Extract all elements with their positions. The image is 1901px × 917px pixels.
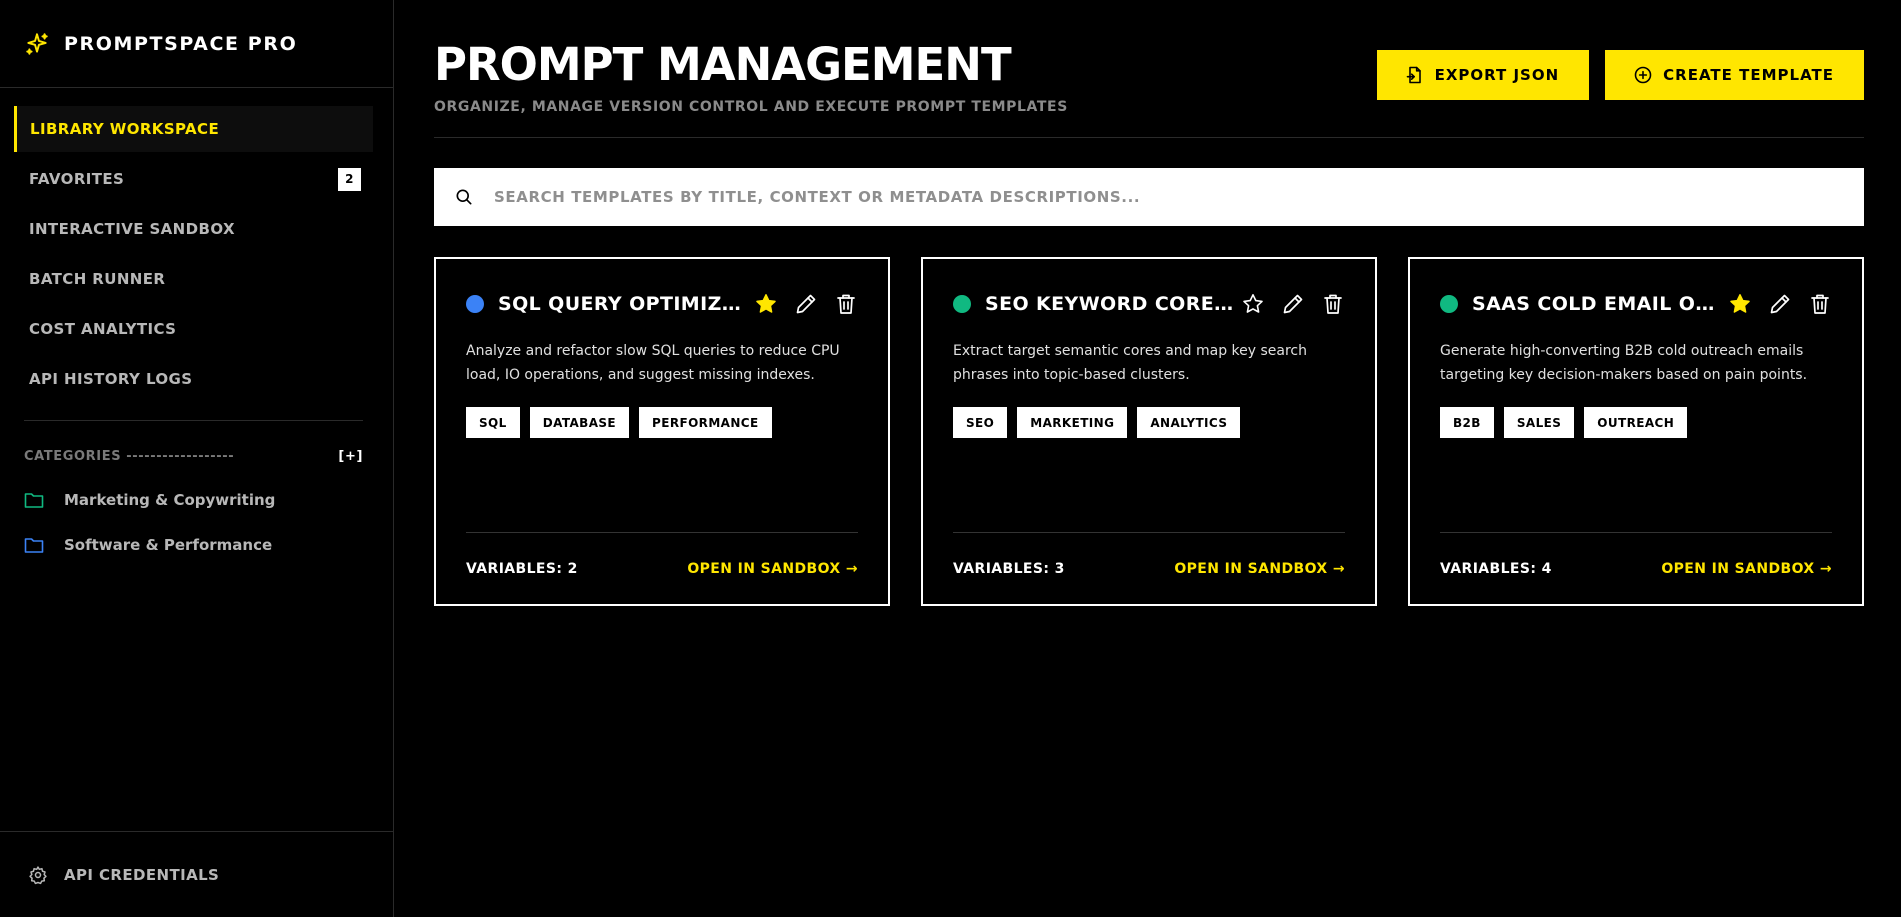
- header-actions: EXPORT JSON CREATE TEMPLATE: [1376, 50, 1864, 100]
- favorites-count-badge: 2: [338, 167, 361, 191]
- card-description: Generate high-converting B2B cold outrea…: [1440, 343, 1808, 383]
- categories-header: CATEGORIES ------------------ [+]: [0, 421, 393, 464]
- main-nav: LIBRARY WORKSPACE FAVORITES 2 INTERACTIV…: [0, 88, 393, 402]
- open-in-sandbox-link[interactable]: OPEN IN SANDBOX →: [1661, 561, 1832, 577]
- file-export-icon: [1405, 65, 1425, 85]
- category-label: Software & Performance: [64, 536, 273, 554]
- card-actions: [1728, 292, 1832, 316]
- export-json-label: EXPORT JSON: [1434, 66, 1560, 84]
- nav-item-api-history-logs[interactable]: API HISTORY LOGS: [14, 356, 373, 402]
- variables-count: VARIABLES: 4: [1440, 560, 1552, 577]
- title-block: PROMPT MANAGEMENT ORGANIZE, MANAGE VERSI…: [434, 40, 1068, 115]
- trash-icon[interactable]: [1321, 292, 1345, 316]
- add-category-button[interactable]: [+]: [338, 449, 363, 464]
- star-outline-icon[interactable]: [1241, 292, 1265, 316]
- card-actions: [754, 292, 858, 316]
- categories-heading: CATEGORIES ------------------: [24, 449, 235, 464]
- create-template-label: CREATE TEMPLATE: [1663, 66, 1834, 84]
- card-header: SAAS COLD EMAIL OU...: [1440, 289, 1832, 319]
- edit-icon[interactable]: [1281, 292, 1305, 316]
- category-item-software[interactable]: Software & Performance: [0, 536, 393, 554]
- card-actions: [1241, 292, 1345, 316]
- export-json-button[interactable]: EXPORT JSON: [1376, 50, 1590, 100]
- template-card-saas-cold-email[interactable]: SAAS COLD EMAIL OU... Generate high-conv…: [1408, 257, 1864, 606]
- category-dot: [953, 295, 971, 313]
- card-tags: SQL DATABASE PERFORMANCE: [466, 407, 858, 438]
- search-bar: [434, 168, 1864, 226]
- nav-item-favorites[interactable]: FAVORITES 2: [14, 156, 373, 202]
- card-title: SEO KEYWORD CORE ...: [985, 293, 1235, 315]
- category-label: Marketing & Copywriting: [64, 491, 276, 509]
- card-title: SAAS COLD EMAIL OU...: [1472, 293, 1722, 315]
- nav-item-label: LIBRARY WORKSPACE: [30, 120, 220, 138]
- tag[interactable]: SALES: [1503, 407, 1575, 438]
- api-credentials-link[interactable]: API CREDENTIALS: [0, 831, 393, 917]
- variables-count: VARIABLES: 2: [466, 560, 578, 577]
- trash-icon[interactable]: [834, 292, 858, 316]
- nav-item-label: INTERACTIVE SANDBOX: [29, 220, 235, 238]
- star-filled-icon[interactable]: [754, 292, 778, 316]
- tag[interactable]: B2B: [1440, 407, 1494, 438]
- brand[interactable]: PROMPTSPACE PRO: [0, 0, 393, 88]
- card-description: Extract target semantic cores and map ke…: [953, 343, 1308, 383]
- open-in-sandbox-link[interactable]: OPEN IN SANDBOX →: [687, 561, 858, 577]
- category-dot: [1440, 295, 1458, 313]
- plus-circle-icon: [1633, 65, 1653, 85]
- open-in-sandbox-link[interactable]: OPEN IN SANDBOX →: [1174, 561, 1345, 577]
- card-tags: SEO MARKETING ANALYTICS: [953, 407, 1345, 438]
- template-card-sql-query-optimizer[interactable]: SQL QUERY OPTIMIZER Analyze and refactor…: [434, 257, 890, 606]
- variables-count: VARIABLES: 3: [953, 560, 1065, 577]
- folder-icon: [24, 491, 44, 509]
- page-header: PROMPT MANAGEMENT ORGANIZE, MANAGE VERSI…: [434, 40, 1864, 138]
- star-filled-icon[interactable]: [1728, 292, 1752, 316]
- card-tags: B2B SALES OUTREACH: [1440, 407, 1832, 438]
- card-description: Analyze and refactor slow SQL queries to…: [466, 343, 840, 383]
- nav-item-label: FAVORITES: [29, 170, 125, 188]
- sidebar: PROMPTSPACE PRO LIBRARY WORKSPACE FAVORI…: [0, 0, 394, 917]
- create-template-button[interactable]: CREATE TEMPLATE: [1605, 50, 1864, 100]
- nav-item-interactive-sandbox[interactable]: INTERACTIVE SANDBOX: [14, 206, 373, 252]
- card-header: SEO KEYWORD CORE ...: [953, 289, 1345, 319]
- tag[interactable]: OUTREACH: [1584, 407, 1688, 438]
- main-content: PROMPT MANAGEMENT ORGANIZE, MANAGE VERSI…: [394, 0, 1901, 917]
- category-list: Marketing & Copywriting Software & Perfo…: [0, 491, 393, 554]
- card-title: SQL QUERY OPTIMIZER: [498, 293, 748, 315]
- category-dot: [466, 295, 484, 313]
- tag[interactable]: SEO: [953, 407, 1008, 438]
- template-card-seo-keyword-core[interactable]: SEO KEYWORD CORE ... Extract target sema…: [921, 257, 1377, 606]
- card-footer: VARIABLES: 4 OPEN IN SANDBOX →: [1440, 532, 1832, 604]
- nav-item-label: BATCH RUNNER: [29, 270, 166, 288]
- tag[interactable]: PERFORMANCE: [639, 407, 772, 438]
- card-header: SQL QUERY OPTIMIZER: [466, 289, 858, 319]
- edit-icon[interactable]: [794, 292, 818, 316]
- nav-item-cost-analytics[interactable]: COST ANALYTICS: [14, 306, 373, 352]
- nav-item-batch-runner[interactable]: BATCH RUNNER: [14, 256, 373, 302]
- tag[interactable]: DATABASE: [529, 407, 630, 438]
- brand-name: PROMPTSPACE PRO: [64, 32, 298, 55]
- page-subtitle: ORGANIZE, MANAGE VERSION CONTROL AND EXE…: [434, 99, 1068, 115]
- card-footer: VARIABLES: 3 OPEN IN SANDBOX →: [953, 532, 1345, 604]
- nav-item-library-workspace[interactable]: LIBRARY WORKSPACE: [14, 106, 373, 152]
- page-title: PROMPT MANAGEMENT: [434, 38, 1012, 91]
- gear-icon: [28, 865, 48, 885]
- edit-icon[interactable]: [1768, 292, 1792, 316]
- sparkle-icon: [24, 31, 50, 57]
- nav-item-label: COST ANALYTICS: [29, 320, 177, 338]
- trash-icon[interactable]: [1808, 292, 1832, 316]
- search-icon: [454, 187, 474, 207]
- tag[interactable]: ANALYTICS: [1137, 407, 1241, 438]
- folder-icon: [24, 536, 44, 554]
- card-footer: VARIABLES: 2 OPEN IN SANDBOX →: [466, 532, 858, 604]
- tag[interactable]: MARKETING: [1017, 407, 1128, 438]
- nav-item-label: API HISTORY LOGS: [29, 370, 193, 388]
- tag[interactable]: SQL: [466, 407, 520, 438]
- search-input[interactable]: [494, 188, 1864, 206]
- category-item-marketing[interactable]: Marketing & Copywriting: [0, 491, 393, 509]
- template-grid: SQL QUERY OPTIMIZER Analyze and refactor…: [434, 257, 1864, 606]
- api-credentials-label: API CREDENTIALS: [64, 865, 220, 884]
